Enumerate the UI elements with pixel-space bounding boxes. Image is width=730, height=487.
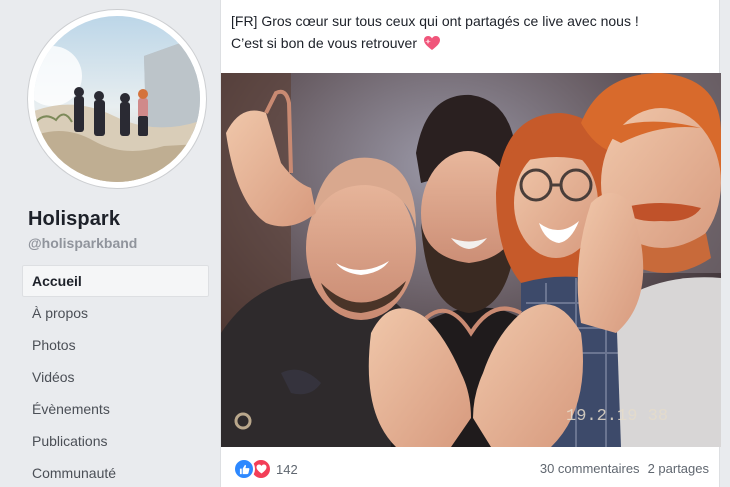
post-card: [FR] Gros cœur sur tous ceux qui ont par… xyxy=(220,0,721,487)
reaction-count: 142 xyxy=(276,461,298,477)
page-title[interactable]: Holispark xyxy=(28,208,120,231)
nav-item-communaute[interactable]: Communauté xyxy=(22,457,209,487)
nav-item-evenements[interactable]: Évènements xyxy=(22,393,209,425)
post-line-2-text: C’est si bon de vous retrouver xyxy=(231,35,417,51)
selfie-image: 19.2.19 38 xyxy=(221,73,721,447)
post-photo[interactable]: 19.2.19 38 xyxy=(221,73,721,447)
post-stats: 30 commentaires 2 partages xyxy=(540,461,709,476)
nav-item-a-propos[interactable]: À propos xyxy=(22,297,209,329)
nav-item-accueil[interactable]: Accueil xyxy=(22,265,209,297)
nav-item-videos[interactable]: Vidéos xyxy=(22,361,209,393)
like-icon xyxy=(233,458,255,480)
post-line-1: [FR] Gros cœur sur tous ceux qui ont par… xyxy=(231,13,639,29)
reactions-summary[interactable]: 142 xyxy=(233,458,298,480)
sparkling-heart-icon xyxy=(423,36,440,50)
nav-item-publications[interactable]: Publications xyxy=(22,425,209,457)
nav-item-photos[interactable]: Photos xyxy=(22,329,209,361)
post-line-2: C’est si bon de vous retrouver xyxy=(231,32,711,54)
avatar xyxy=(34,16,200,182)
shares-count[interactable]: 2 partages xyxy=(648,461,709,476)
post-message: [FR] Gros cœur sur tous ceux qui ont par… xyxy=(231,10,711,54)
comments-count[interactable]: 30 commentaires xyxy=(540,461,640,476)
page-username[interactable]: @holisparkband xyxy=(28,235,137,251)
profile-picture[interactable] xyxy=(28,10,206,188)
page-sidebar: Holispark @holisparkband Accueil À propo… xyxy=(0,0,218,487)
page-navigation: Accueil À propos Photos Vidéos Évènement… xyxy=(22,265,209,487)
post-footer: 142 30 commentaires 2 partages xyxy=(221,447,721,487)
photo-timestamp: 19.2.19 38 xyxy=(566,407,668,426)
